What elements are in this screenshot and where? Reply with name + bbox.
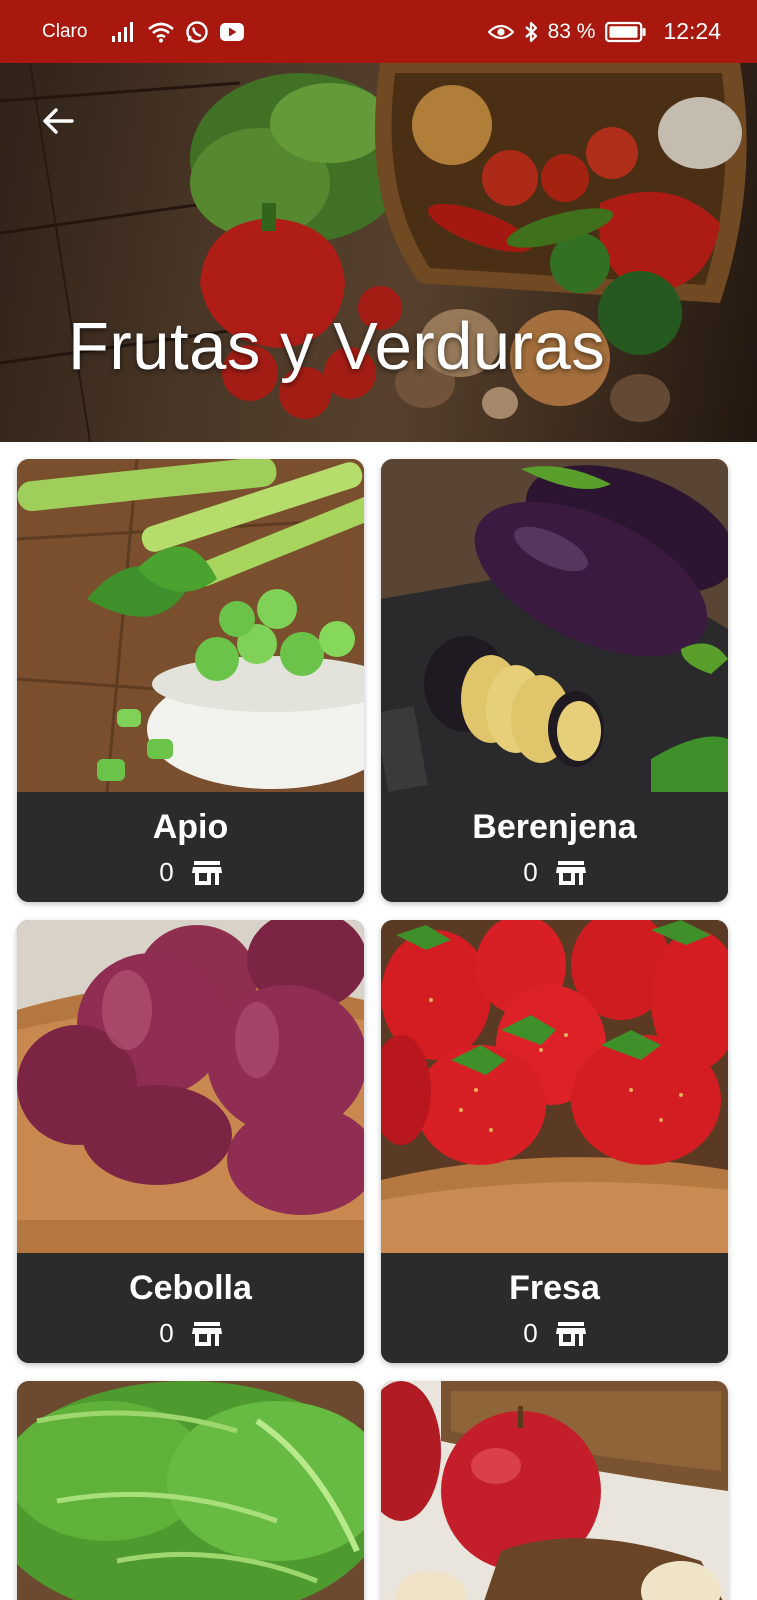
category-header: Frutas y Verduras (0, 63, 757, 442)
eye-icon (487, 22, 514, 42)
product-name: Cebolla (129, 1269, 252, 1307)
lettuce-image (17, 1381, 364, 1600)
product-name: Berenjena (472, 808, 637, 846)
eggplant-image (381, 459, 728, 792)
store-count: 0 (523, 857, 538, 887)
product-meta: 0 (159, 1318, 222, 1349)
product-card-footer: Fresa 0 (381, 1253, 728, 1363)
product-card-apio[interactable]: Apio 0 (17, 459, 364, 902)
store-count: 0 (159, 857, 174, 887)
whatsapp-icon (185, 20, 209, 44)
product-card-footer: Cebolla 0 (17, 1253, 364, 1363)
product-card-footer: Apio 0 (17, 792, 364, 902)
carrier-label: Claro (42, 20, 88, 42)
vegetables-header-image (0, 63, 757, 442)
product-card-apple[interactable] (381, 1381, 728, 1600)
store-count: 0 (159, 1318, 174, 1348)
product-card-berenjena[interactable]: Berenjena 0 (381, 459, 728, 902)
onion-image (17, 920, 364, 1253)
strawberry-image (381, 920, 728, 1253)
store-icon (555, 859, 586, 887)
product-name: Fresa (509, 1269, 600, 1307)
celery-image (17, 459, 364, 792)
store-icon (191, 859, 222, 887)
apple-image (381, 1381, 728, 1600)
page-title: Frutas y Verduras (68, 309, 606, 384)
bluetooth-icon (524, 20, 538, 44)
arrow-left-icon (40, 103, 76, 144)
signal-icon (111, 21, 137, 43)
youtube-icon (219, 22, 245, 42)
product-meta: 0 (159, 857, 222, 888)
status-left: Claro (42, 20, 245, 44)
status-bar: Claro 83 % 12:24 (0, 0, 757, 63)
store-icon (191, 1320, 222, 1348)
product-meta: 0 (523, 857, 586, 888)
status-right: 83 % 12:24 (487, 18, 721, 45)
back-button[interactable] (34, 99, 82, 147)
product-name: Apio (152, 808, 229, 846)
product-meta: 0 (523, 1318, 586, 1349)
product-card-lettuce[interactable] (17, 1381, 364, 1600)
store-count: 0 (523, 1318, 538, 1348)
battery-icon (605, 21, 647, 43)
store-icon (555, 1320, 586, 1348)
product-card-fresa[interactable]: Fresa 0 (381, 920, 728, 1363)
battery-percent: 83 % (547, 19, 596, 43)
clock: 12:24 (663, 18, 721, 44)
wifi-icon (147, 21, 175, 43)
product-grid: Apio 0 Berenjena 0 Cebolla 0 Fresa 0 (17, 459, 740, 1600)
product-card-footer: Berenjena 0 (381, 792, 728, 902)
product-card-cebolla[interactable]: Cebolla 0 (17, 920, 364, 1363)
